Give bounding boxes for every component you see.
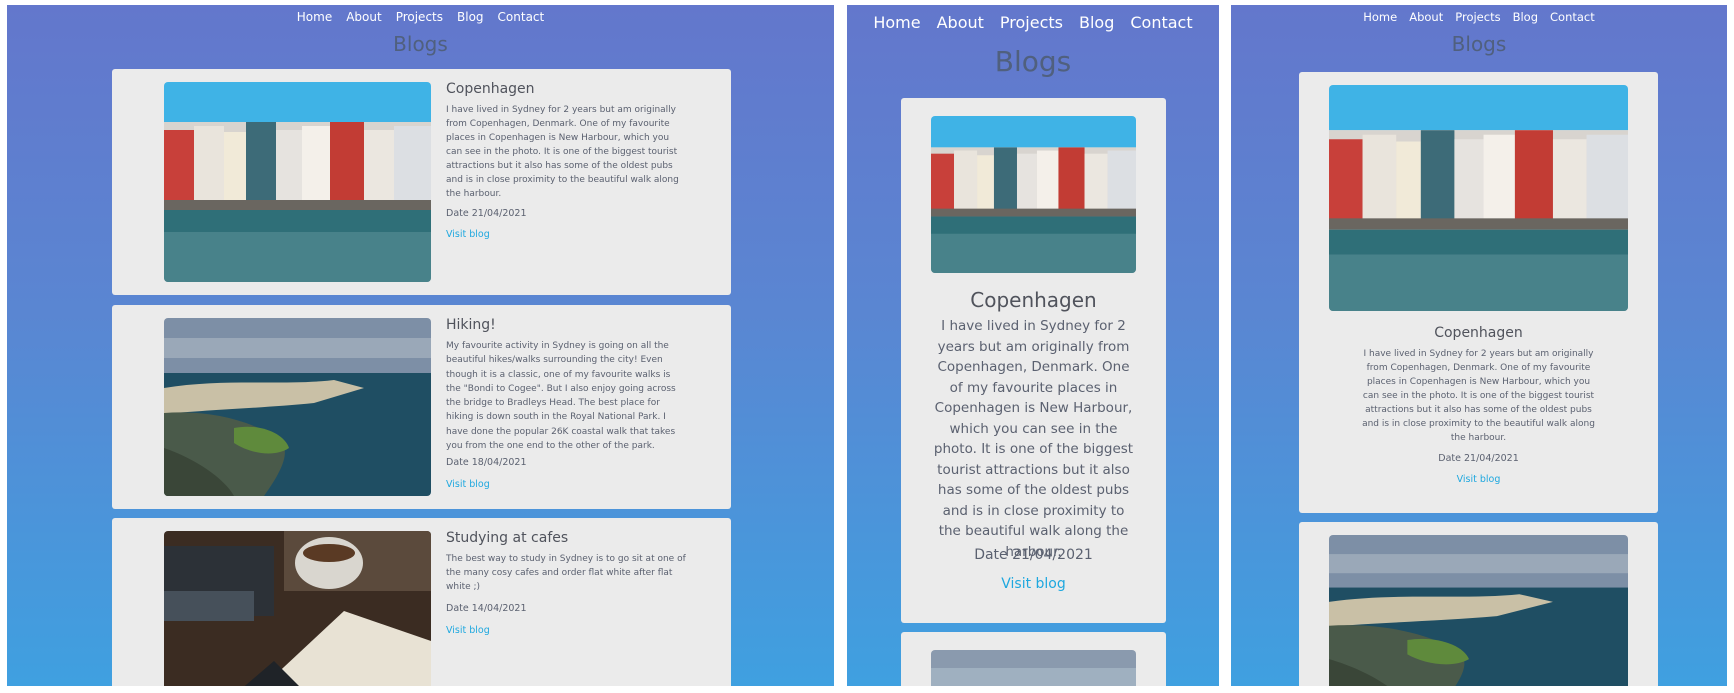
nav-contact[interactable]: Contact [1130,13,1192,32]
nav-home[interactable]: Home [873,13,920,32]
nav-about[interactable]: About [346,10,381,24]
post-text: My favourite activity in Sydney is going… [446,341,676,452]
post-date: Date 21/04/2021 [446,208,527,219]
nav-contact[interactable]: Contact [1550,10,1595,24]
post-date: Date 14/04/2021 [446,603,527,614]
visit-blog-link[interactable]: Visit blog [901,576,1166,592]
nav-home[interactable]: Home [1363,10,1397,24]
blog-card: Copenhagen I have lived in Sydney for 2 … [1299,72,1658,513]
visit-blog-link[interactable]: Visit blog [446,625,490,636]
mobile-view: Home About Projects Blog Contact Blogs C… [847,5,1219,686]
nyhavn-harbour-photo [931,116,1136,273]
post-title: Copenhagen [446,81,535,97]
nav-projects[interactable]: Projects [396,10,443,24]
nav-about[interactable]: About [937,13,984,32]
blog-card [1299,522,1658,686]
coastal-beach-aerial-photo [164,318,431,496]
nav-home[interactable]: Home [297,10,332,24]
blog-card: Studying at cafes The best way to study … [112,518,731,686]
tablet-view: Home About Projects Blog Contact Blogs C… [1231,5,1727,686]
post-date: Date 21/04/2021 [1438,453,1519,464]
nav-projects[interactable]: Projects [1000,13,1063,32]
post-title: Hiking! [446,317,496,333]
page-title: Blogs [994,45,1072,78]
blog-card: Copenhagen I have lived in Sydney for 2 … [901,98,1166,623]
nyhavn-harbour-photo [1329,85,1628,311]
post-title: Copenhagen [1434,325,1523,341]
blog-card [901,632,1166,686]
post-text: I have lived in Sydney for 2 years but a… [933,318,1134,560]
nav-contact[interactable]: Contact [498,10,545,24]
post-date: Date 21/04/2021 [974,547,1093,563]
post-date: Date 18/04/2021 [446,457,527,468]
nyhavn-harbour-photo [164,82,431,282]
post-text: I have lived in Sydney for 2 years but a… [1362,349,1595,443]
visit-blog-link[interactable]: Visit blog [446,479,490,490]
post-text: I have lived in Sydney for 2 years but a… [446,105,679,199]
visit-blog-link[interactable]: Visit blog [1299,474,1658,485]
post-title: Studying at cafes [446,530,569,546]
blog-card: Hiking! My favourite activity in Sydney … [112,305,731,509]
page-title: Blogs [1451,32,1507,56]
visit-blog-link[interactable]: Visit blog [446,229,490,240]
post-text: The best way to study in Sydney is to go… [446,554,686,592]
nav-about[interactable]: About [1409,10,1443,24]
nav-bar: Home About Projects Blog Contact [1231,10,1727,24]
coastal-beach-aerial-photo [931,650,1136,686]
coffee-and-notebook-photo [164,531,431,686]
page-title: Blogs [393,32,448,56]
nav-blog[interactable]: Blog [457,10,484,24]
nav-blog[interactable]: Blog [1079,13,1114,32]
nav-bar: Home About Projects Blog Contact [847,13,1219,32]
post-title: Copenhagen [970,288,1097,312]
nav-projects[interactable]: Projects [1455,10,1500,24]
nav-bar: Home About Projects Blog Contact [7,10,834,24]
blog-card: Copenhagen I have lived in Sydney for 2 … [112,69,731,295]
desktop-view: Home About Projects Blog Contact Blogs C… [7,5,834,686]
coastal-beach-aerial-photo [1329,535,1628,686]
nav-blog[interactable]: Blog [1513,10,1538,24]
